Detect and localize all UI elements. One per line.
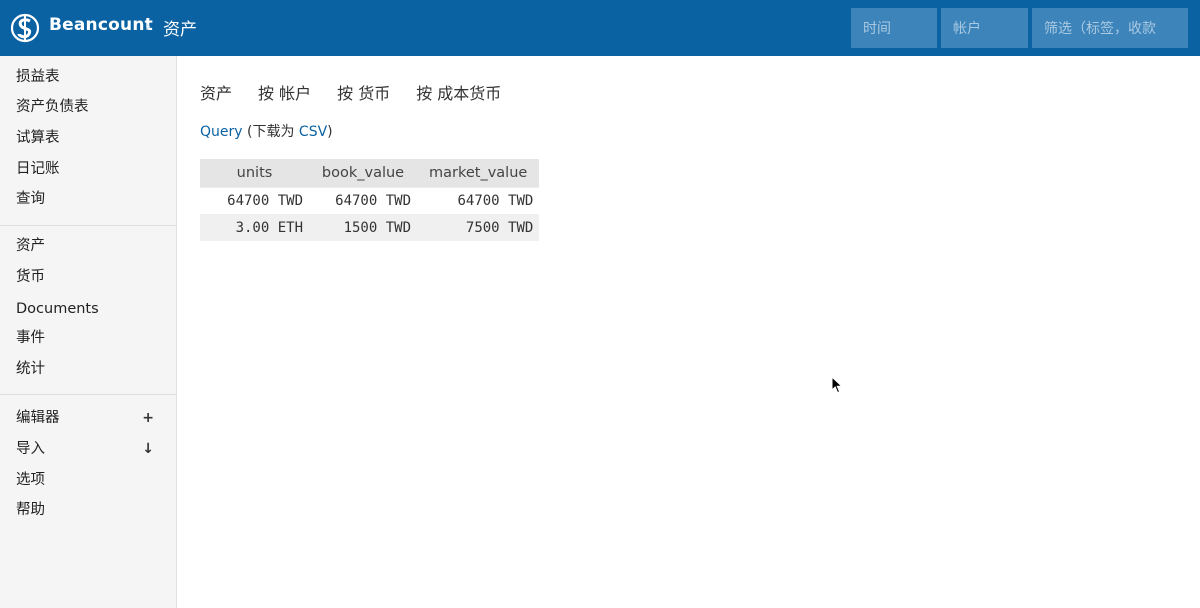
sidebar-divider bbox=[0, 225, 176, 226]
table-cell: 1500 TWD bbox=[309, 214, 417, 241]
column-header-market-value[interactable]: market_value bbox=[417, 159, 540, 187]
sidebar-item-commodities[interactable]: 货币 bbox=[16, 265, 166, 289]
sidebar-divider bbox=[0, 394, 176, 395]
sidebar-item-income-statement[interactable]: 损益表 bbox=[16, 65, 166, 89]
sidebar-item-label: 导入 bbox=[16, 441, 45, 457]
top-bar: Beancount › 资产 时间 帐户 筛选（标签，收款 bbox=[0, 0, 1200, 56]
holdings-tabs: 资产 按 帐户 按 货币 按 成本货币 bbox=[200, 80, 527, 104]
sidebar-item-trial-balance[interactable]: 试算表 bbox=[16, 126, 166, 150]
sidebar-item-query[interactable]: 查询 bbox=[16, 187, 166, 211]
main-content: 资产 按 帐户 按 货币 按 成本货币 Query (下载为 CSV) unit… bbox=[178, 56, 1200, 608]
holdings-table: units book_value market_value 64700 TWD … bbox=[200, 159, 540, 241]
table-row: 3.00 ETH 1500 TWD 7500 TWD bbox=[200, 214, 540, 241]
breadcrumb-current: 资产 bbox=[163, 20, 197, 40]
account-filter-placeholder: 帐户 bbox=[953, 21, 981, 37]
advanced-filter-input[interactable]: 筛选（标签，收款 bbox=[1032, 8, 1188, 48]
time-filter-input[interactable]: 时间 bbox=[851, 8, 937, 48]
sidebar-item-holdings[interactable]: 资产 bbox=[16, 234, 166, 258]
sidebar-item-label: 编辑器 bbox=[16, 410, 60, 426]
sidebar: 损益表 资产负债表 试算表 日记账 查询 资产 货币 Documents 事件 … bbox=[0, 56, 177, 608]
table-header-row: units book_value market_value bbox=[200, 159, 540, 187]
tab-by-currency[interactable]: 按 货币 bbox=[337, 80, 390, 104]
sidebar-item-documents[interactable]: Documents bbox=[16, 297, 166, 321]
sidebar-item-statistics[interactable]: 统计 bbox=[16, 357, 166, 381]
tab-by-cost-currency[interactable]: 按 成本货币 bbox=[416, 80, 501, 104]
column-header-units[interactable]: units bbox=[200, 159, 309, 187]
sidebar-item-journal[interactable]: 日记账 bbox=[16, 157, 166, 181]
plus-icon[interactable]: + bbox=[142, 406, 154, 430]
sidebar-item-balance-sheet[interactable]: 资产负债表 bbox=[16, 95, 166, 119]
advanced-filter-placeholder: 筛选（标签，收款 bbox=[1044, 21, 1156, 37]
table-cell: 64700 TWD bbox=[309, 186, 417, 214]
tab-holdings[interactable]: 资产 bbox=[200, 80, 232, 104]
download-label-close: ) bbox=[327, 124, 333, 140]
download-arrow-icon[interactable]: ↓ bbox=[142, 437, 154, 461]
sidebar-item-help[interactable]: 帮助 bbox=[16, 498, 166, 522]
mouse-cursor-icon bbox=[831, 376, 843, 394]
table-cell: 64700 TWD bbox=[200, 186, 309, 214]
csv-download-link[interactable]: CSV bbox=[299, 124, 327, 140]
brand-name[interactable]: Beancount bbox=[49, 15, 153, 35]
beancount-logo-icon[interactable] bbox=[10, 12, 40, 44]
table-cell: 7500 TWD bbox=[417, 214, 540, 241]
sidebar-item-editor[interactable]: 编辑器 + bbox=[16, 406, 166, 430]
sidebar-item-events[interactable]: 事件 bbox=[16, 326, 166, 350]
table-row: 64700 TWD 64700 TWD 64700 TWD bbox=[200, 186, 540, 214]
tab-by-account[interactable]: 按 帐户 bbox=[258, 80, 311, 104]
query-link[interactable]: Query bbox=[200, 124, 243, 140]
account-filter-input[interactable]: 帐户 bbox=[941, 8, 1028, 48]
download-label: (下载为 bbox=[247, 124, 299, 140]
time-filter-placeholder: 时间 bbox=[863, 21, 891, 37]
sidebar-item-options[interactable]: 选项 bbox=[16, 468, 166, 492]
sidebar-item-import[interactable]: 导入 ↓ bbox=[16, 437, 166, 461]
table-cell: 64700 TWD bbox=[417, 186, 540, 214]
column-header-book-value[interactable]: book_value bbox=[309, 159, 417, 187]
breadcrumb-separator: › bbox=[145, 17, 151, 35]
query-links: Query (下载为 CSV) bbox=[200, 121, 333, 141]
table-cell: 3.00 ETH bbox=[200, 214, 309, 241]
